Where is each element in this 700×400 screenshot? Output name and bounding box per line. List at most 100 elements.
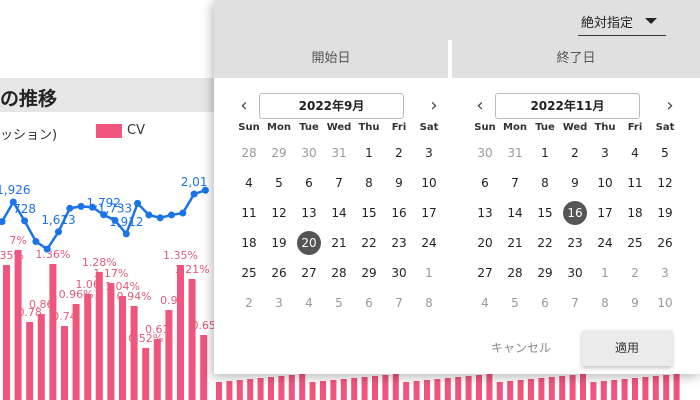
calendar-day[interactable]: 25 bbox=[620, 228, 650, 258]
calendar-day[interactable]: 8 bbox=[530, 168, 560, 198]
calendar-day[interactable]: 22 bbox=[354, 228, 384, 258]
cv-bar bbox=[621, 379, 628, 400]
calendar-day[interactable]: 20 bbox=[470, 228, 500, 258]
calendar-day[interactable]: 10 bbox=[414, 168, 444, 198]
calendar-day[interactable]: 12 bbox=[650, 168, 680, 198]
calendar-day[interactable]: 30 bbox=[470, 138, 500, 168]
calendar-day[interactable]: 16 bbox=[560, 198, 590, 228]
calendar-day[interactable]: 6 bbox=[530, 288, 560, 318]
calendar-day[interactable]: 10 bbox=[590, 168, 620, 198]
calendar-day[interactable]: 3 bbox=[414, 138, 444, 168]
calendar-day[interactable]: 16 bbox=[384, 198, 414, 228]
calendar-day[interactable]: 23 bbox=[384, 228, 414, 258]
calendar-day[interactable]: 28 bbox=[324, 258, 354, 288]
calendar-day[interactable]: 24 bbox=[590, 228, 620, 258]
calendar-day[interactable]: 26 bbox=[264, 258, 294, 288]
calendar-day[interactable]: 4 bbox=[234, 168, 264, 198]
calendar-day[interactable]: 1 bbox=[530, 138, 560, 168]
apply-button[interactable]: 適用 bbox=[582, 330, 672, 366]
calendar-day[interactable]: 17 bbox=[590, 198, 620, 228]
calendar-day[interactable]: 29 bbox=[530, 258, 560, 288]
calendar-day[interactable]: 13 bbox=[294, 198, 324, 228]
calendar-day[interactable]: 7 bbox=[324, 168, 354, 198]
calendar-day[interactable]: 19 bbox=[264, 228, 294, 258]
calendar-day[interactable]: 6 bbox=[294, 168, 324, 198]
bar-value-label: 1.35% bbox=[0, 249, 24, 262]
calendar-day[interactable]: 11 bbox=[234, 198, 264, 228]
calendar-day[interactable]: 22 bbox=[530, 228, 560, 258]
calendar-day[interactable]: 21 bbox=[500, 228, 530, 258]
calendar-day[interactable]: 4 bbox=[294, 288, 324, 318]
calendar-day[interactable]: 18 bbox=[234, 228, 264, 258]
calendar-day[interactable]: 11 bbox=[620, 168, 650, 198]
calendar-day[interactable]: 8 bbox=[590, 288, 620, 318]
calendar-day[interactable]: 14 bbox=[324, 198, 354, 228]
month-label[interactable]: 2022年11月 bbox=[495, 93, 640, 119]
calendar-day[interactable]: 2 bbox=[384, 138, 414, 168]
calendar-day[interactable]: 13 bbox=[470, 198, 500, 228]
calendar-day[interactable]: 5 bbox=[650, 138, 680, 168]
calendar-day[interactable]: 4 bbox=[470, 288, 500, 318]
calendar-day[interactable]: 30 bbox=[560, 258, 590, 288]
calendar-day[interactable]: 31 bbox=[500, 138, 530, 168]
calendar-day[interactable]: 23 bbox=[560, 228, 590, 258]
calendar-day[interactable]: 9 bbox=[620, 288, 650, 318]
calendar-day[interactable]: 7 bbox=[560, 288, 590, 318]
month-label[interactable]: 2022年9月 bbox=[259, 93, 404, 119]
calendar-day[interactable]: 3 bbox=[590, 138, 620, 168]
calendar-day[interactable]: 1 bbox=[354, 138, 384, 168]
calendar-day[interactable]: 18 bbox=[620, 198, 650, 228]
calendar-day[interactable]: 10 bbox=[650, 288, 680, 318]
calendar-day[interactable]: 7 bbox=[500, 168, 530, 198]
calendar-day[interactable]: 25 bbox=[234, 258, 264, 288]
calendar-day[interactable]: 9 bbox=[384, 168, 414, 198]
cv-bar bbox=[226, 381, 233, 400]
calendar-day[interactable]: 21 bbox=[324, 228, 354, 258]
calendar-day[interactable]: 7 bbox=[384, 288, 414, 318]
calendar-day[interactable]: 26 bbox=[650, 228, 680, 258]
calendar-day[interactable]: 12 bbox=[264, 198, 294, 228]
calendar-day[interactable]: 20 bbox=[294, 228, 324, 258]
cancel-button[interactable]: キャンセル bbox=[488, 336, 554, 360]
next-month-icon[interactable]: › bbox=[424, 94, 444, 118]
weekday-label: Wed bbox=[562, 122, 588, 133]
calendar-day[interactable]: 1 bbox=[414, 258, 444, 288]
calendar-day[interactable]: 2 bbox=[234, 288, 264, 318]
calendar-day[interactable]: 5 bbox=[500, 288, 530, 318]
calendar-day[interactable]: 24 bbox=[414, 228, 444, 258]
calendar-day[interactable]: 29 bbox=[354, 258, 384, 288]
calendar-day[interactable]: 8 bbox=[354, 168, 384, 198]
calendar-day[interactable]: 28 bbox=[500, 258, 530, 288]
calendar-day[interactable]: 5 bbox=[324, 288, 354, 318]
calendar-day[interactable]: 2 bbox=[560, 138, 590, 168]
calendar-day[interactable]: 30 bbox=[384, 258, 414, 288]
prev-month-icon[interactable]: ‹ bbox=[470, 94, 490, 118]
calendar-day[interactable]: 3 bbox=[650, 258, 680, 288]
calendar-day[interactable]: 27 bbox=[294, 258, 324, 288]
calendar-day[interactable]: 15 bbox=[530, 198, 560, 228]
tab-start-date[interactable]: 開始日 bbox=[214, 40, 448, 78]
calendar-day[interactable]: 6 bbox=[354, 288, 384, 318]
calendar-day[interactable]: 6 bbox=[470, 168, 500, 198]
tab-end-date[interactable]: 終了日 bbox=[452, 40, 700, 78]
calendar-day[interactable]: 29 bbox=[264, 138, 294, 168]
cv-bar bbox=[330, 380, 337, 400]
date-mode-select[interactable]: 絶対指定 bbox=[578, 6, 666, 36]
next-month-icon[interactable]: › bbox=[660, 94, 680, 118]
calendar-day[interactable]: 31 bbox=[324, 138, 354, 168]
calendar-day[interactable]: 19 bbox=[650, 198, 680, 228]
calendar-day[interactable]: 2 bbox=[620, 258, 650, 288]
calendar-day[interactable]: 15 bbox=[354, 198, 384, 228]
calendar-day[interactable]: 3 bbox=[264, 288, 294, 318]
calendar-day[interactable]: 30 bbox=[294, 138, 324, 168]
calendar-day[interactable]: 8 bbox=[414, 288, 444, 318]
calendar-day[interactable]: 9 bbox=[560, 168, 590, 198]
calendar-day[interactable]: 5 bbox=[264, 168, 294, 198]
calendar-day[interactable]: 4 bbox=[620, 138, 650, 168]
calendar-day[interactable]: 27 bbox=[470, 258, 500, 288]
calendar-day[interactable]: 1 bbox=[590, 258, 620, 288]
calendar-day[interactable]: 14 bbox=[500, 198, 530, 228]
prev-month-icon[interactable]: ‹ bbox=[234, 94, 254, 118]
calendar-day[interactable]: 28 bbox=[234, 138, 264, 168]
calendar-day[interactable]: 17 bbox=[414, 198, 444, 228]
